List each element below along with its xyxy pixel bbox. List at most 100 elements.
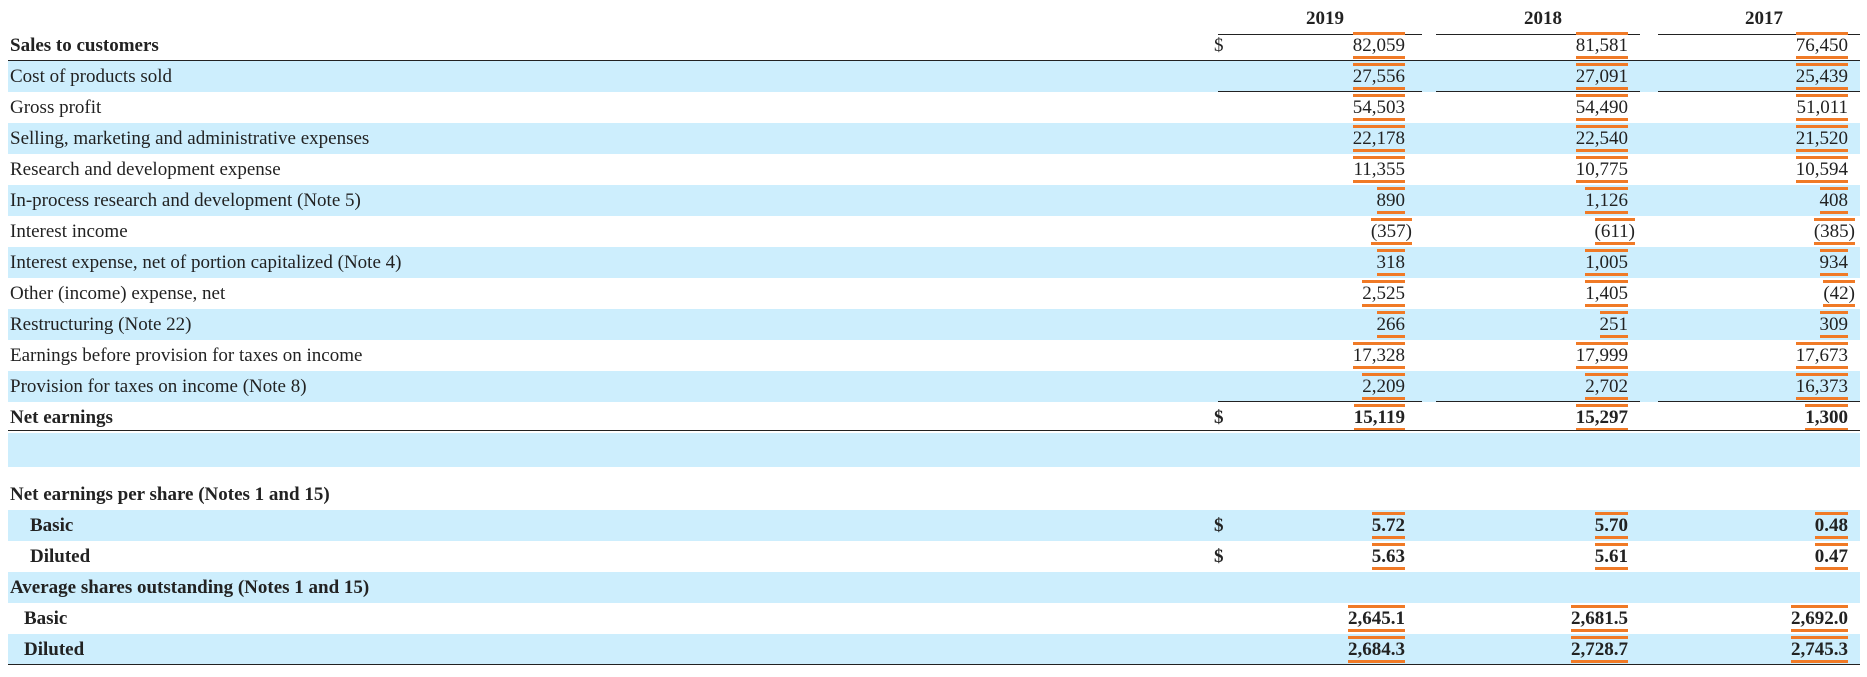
value-2018: 5.61 — [1594, 541, 1629, 572]
row-label: Basic — [30, 515, 74, 536]
row-label: Interest income — [10, 221, 128, 242]
value-2018: 15,297 — [1575, 402, 1629, 433]
currency-symbol: $ — [1214, 407, 1224, 428]
value-2019: 890 — [1376, 185, 1405, 216]
value-2017: 0.47 — [1814, 541, 1849, 572]
table-row: Provision for taxes on income (Note 8) 2… — [8, 371, 1860, 402]
value-2018: 1,005 — [1585, 247, 1628, 278]
value-2017: 21,520 — [1795, 123, 1849, 154]
currency-symbol: $ — [1214, 546, 1224, 567]
value-2018: 1,126 — [1585, 185, 1628, 216]
row-label: Restructuring (Note 22) — [10, 314, 192, 335]
value-2018: 81,581 — [1575, 30, 1629, 61]
spacer-row — [8, 467, 1860, 479]
table-row: Net earnings $ 15,119 15,297 1,300 — [8, 402, 1860, 434]
value-2018: 251 — [1599, 309, 1628, 340]
spacer-row — [8, 433, 1860, 467]
row-label: Cost of products sold — [10, 66, 173, 87]
section-heading: Net earnings per share (Notes 1 and 15) — [10, 484, 330, 505]
value-2017: (385) — [1813, 216, 1856, 247]
table-row: Basic $ 5.72 5.70 0.48 — [8, 510, 1860, 541]
row-label: Earnings before provision for taxes on i… — [10, 345, 363, 366]
value-2019: 22,178 — [1352, 123, 1406, 154]
value-2019: 2,645.1 — [1348, 603, 1405, 634]
row-label: Basic — [24, 608, 68, 629]
value-2018: 2,728.7 — [1571, 634, 1628, 665]
table-row: Earnings before provision for taxes on i… — [8, 340, 1860, 371]
value-2018: 17,999 — [1575, 340, 1629, 371]
value-2017: 76,450 — [1795, 30, 1849, 61]
value-2019: 54,503 — [1352, 92, 1406, 123]
value-2018: 10,775 — [1575, 154, 1629, 185]
row-label: In-process research and development (Not… — [10, 190, 361, 211]
value-2019: 318 — [1376, 247, 1405, 278]
value-2019: 15,119 — [1353, 402, 1406, 433]
value-2019: 5.63 — [1371, 541, 1406, 572]
value-2018: 2,681.5 — [1571, 603, 1628, 634]
value-2017: 934 — [1819, 247, 1848, 278]
table-row: Sales to customers $ 82,059 81,581 76,45… — [8, 30, 1860, 61]
table-row: Diluted 2,684.3 2,728.7 2,745.3 — [8, 634, 1860, 665]
section-heading: Average shares outstanding (Notes 1 and … — [10, 577, 370, 598]
value-2017: 10,594 — [1795, 154, 1849, 185]
value-2017: 2,745.3 — [1791, 634, 1848, 665]
value-2019: 266 — [1376, 309, 1405, 340]
row-label: Provision for taxes on income (Note 8) — [10, 376, 307, 397]
table-row: In-process research and development (Not… — [8, 185, 1860, 216]
value-2019: 27,556 — [1352, 61, 1406, 92]
row-label: Other (income) expense, net — [10, 283, 226, 304]
value-2017: 408 — [1819, 185, 1848, 216]
value-2019: 2,209 — [1362, 371, 1405, 402]
value-2017: 1,300 — [1805, 402, 1848, 433]
value-2017: 2,692.0 — [1791, 603, 1848, 634]
value-2017: 25,439 — [1795, 61, 1849, 92]
value-2019: 82,059 — [1352, 30, 1406, 61]
row-label: Diluted — [24, 639, 85, 660]
column-header: 2019 2018 2017 — [8, 0, 1860, 35]
row-label: Sales to customers — [10, 35, 159, 56]
value-2018: 27,091 — [1575, 61, 1629, 92]
value-2018: 22,540 — [1575, 123, 1629, 154]
value-2019: 11,355 — [1353, 154, 1405, 185]
row-label: Diluted — [30, 546, 91, 567]
table-row: Selling, marketing and administrative ex… — [8, 123, 1860, 154]
row-label: Research and development expense — [10, 159, 281, 180]
section-heading-row: Average shares outstanding (Notes 1 and … — [8, 572, 1860, 603]
value-2017: (42) — [1823, 278, 1855, 309]
row-label: Net earnings — [10, 407, 113, 428]
table-row: Other (income) expense, net 2,525 1,405 … — [8, 278, 1860, 309]
table-row: Restructuring (Note 22) 266 251 309 — [8, 309, 1860, 340]
table-row: Interest income (357) (611) (385) — [8, 216, 1860, 247]
value-2017: 0.48 — [1814, 510, 1849, 541]
value-2018: 54,490 — [1575, 92, 1629, 123]
year-2019: 2019 — [1306, 8, 1344, 29]
currency-symbol: $ — [1214, 35, 1224, 56]
value-2018: 5.70 — [1594, 510, 1629, 541]
value-2019: (357) — [1370, 216, 1413, 247]
table-row: Research and development expense 11,355 … — [8, 154, 1860, 185]
bottom-rule — [8, 664, 1860, 665]
year-2017: 2017 — [1745, 8, 1783, 29]
table-row: Cost of products sold 27,556 27,091 25,4… — [8, 61, 1860, 92]
value-2019: 17,328 — [1352, 340, 1406, 371]
value-2017: 17,673 — [1795, 340, 1849, 371]
value-2019: 2,525 — [1362, 278, 1405, 309]
value-2018: 2,702 — [1585, 371, 1628, 402]
section-heading-row: Net earnings per share (Notes 1 and 15) — [8, 479, 1860, 510]
value-2018: 1,405 — [1585, 278, 1628, 309]
value-2017: 51,011 — [1796, 92, 1848, 123]
value-2017: 309 — [1819, 309, 1848, 340]
row-label: Selling, marketing and administrative ex… — [10, 128, 370, 149]
table-row: Interest expense, net of portion capital… — [8, 247, 1860, 278]
value-2019: 5.72 — [1371, 510, 1406, 541]
value-2019: 2,684.3 — [1348, 634, 1405, 665]
value-2017: 16,373 — [1795, 371, 1849, 402]
row-label: Gross profit — [10, 97, 102, 118]
table-row: Gross profit 54,503 54,490 51,011 — [8, 92, 1860, 123]
year-2018: 2018 — [1524, 8, 1562, 29]
row-label: Interest expense, net of portion capital… — [10, 252, 402, 273]
value-2018: (611) — [1594, 216, 1636, 247]
table-row: Basic 2,645.1 2,681.5 2,692.0 — [8, 603, 1860, 634]
table-row: Diluted $ 5.63 5.61 0.47 — [8, 541, 1860, 572]
currency-symbol: $ — [1214, 515, 1224, 536]
